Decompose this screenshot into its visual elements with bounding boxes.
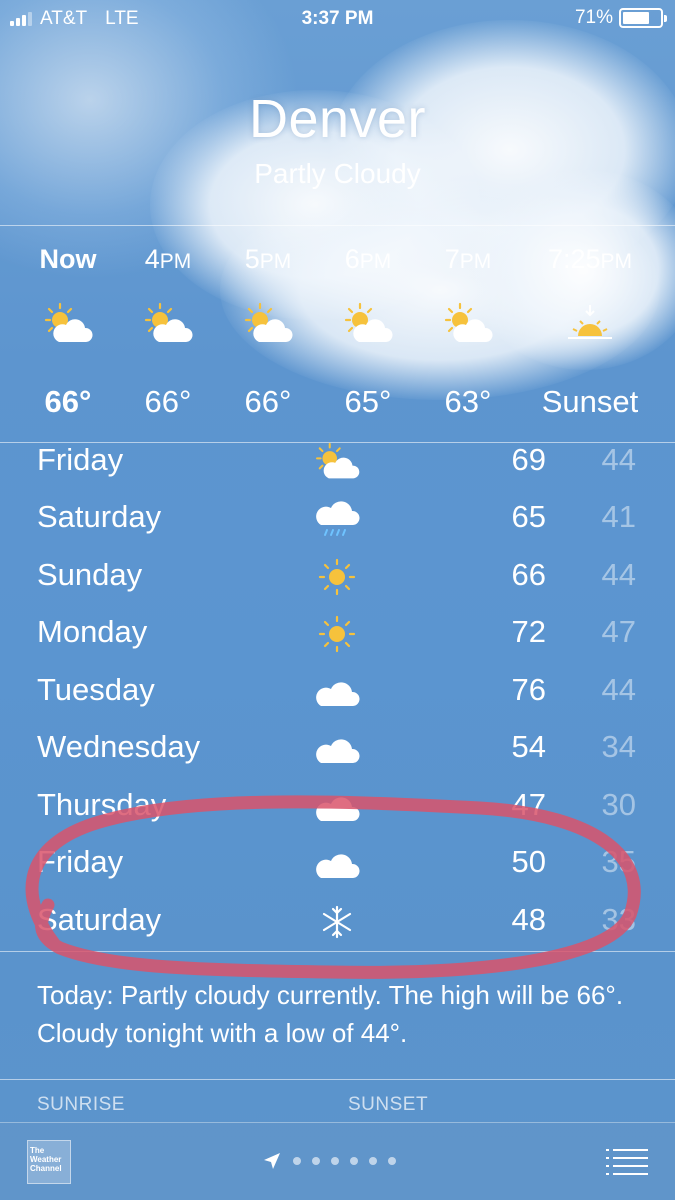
- partly-cloudy-icon: [444, 302, 493, 344]
- page-dot: [293, 1157, 301, 1165]
- sunrise-label: SUNRISE: [37, 1094, 125, 1115]
- cloud-icon: [316, 682, 360, 706]
- battery-icon: [619, 8, 667, 28]
- bottom-toolbar: The Weather Channel: [0, 1122, 675, 1200]
- hour-item: 6PM 65°: [318, 226, 418, 442]
- day-low: 44: [601, 442, 636, 477]
- partly-cloudy-icon: [344, 302, 393, 344]
- city-name: Denver: [248, 89, 427, 149]
- day-name: Saturday: [37, 499, 162, 534]
- sunset-label: SUNSET: [348, 1094, 429, 1115]
- hour-label: 6: [344, 244, 360, 274]
- cloud-icon: [316, 797, 360, 821]
- battery-percent: 71%: [574, 7, 613, 28]
- day-low: 47: [601, 614, 636, 649]
- hour-item: 7PM 63°: [418, 226, 518, 442]
- partly-cloudy-icon: [144, 302, 193, 344]
- daily-row: Thursday 47 30: [0, 785, 675, 843]
- day-name: Friday: [37, 844, 124, 879]
- hour-suffix: PM: [600, 250, 633, 273]
- rain-icon: [315, 500, 360, 536]
- hour-label: Now: [39, 244, 97, 274]
- cloud-icon: [316, 854, 360, 878]
- day-name: Tuesday: [37, 672, 155, 707]
- day-low: 33: [601, 902, 636, 937]
- hour-suffix: PM: [459, 250, 492, 273]
- day-name: Sunday: [37, 557, 143, 592]
- page-dot: [331, 1157, 339, 1165]
- list-icon[interactable]: [606, 1147, 648, 1177]
- page-dot: [312, 1157, 320, 1165]
- day-name: Wednesday: [37, 729, 201, 764]
- daily-row: Tuesday 76 44: [0, 670, 675, 728]
- page-dot: [369, 1157, 377, 1165]
- hour-temp: 66°: [244, 384, 292, 419]
- current-condition: Partly Cloudy: [254, 158, 421, 189]
- hour-temp: 66°: [44, 384, 92, 419]
- day-low: 44: [601, 672, 636, 707]
- hour-temp: 65°: [344, 384, 392, 419]
- day-low: 34: [601, 729, 636, 764]
- hour-label: 5: [244, 244, 260, 274]
- page-indicator[interactable]: [262, 1151, 396, 1171]
- day-high: 69: [511, 442, 546, 477]
- day-high: 54: [511, 729, 546, 764]
- page-dot: [350, 1157, 358, 1165]
- daily-row: Sunday 66 44: [0, 555, 675, 613]
- partly-cloudy-icon: [316, 442, 360, 480]
- hour-label: 7:25: [547, 244, 601, 274]
- daily-row: Saturday 48 33: [0, 900, 675, 958]
- day-high: 72: [511, 614, 546, 649]
- partly-cloudy-icon: [244, 302, 293, 344]
- sunset-icon: [568, 305, 612, 339]
- hour-suffix: PM: [159, 250, 192, 273]
- logo-text: The Weather Channel: [30, 1146, 62, 1173]
- clock: 3:37 PM: [301, 8, 374, 29]
- hour-item: 5PM 66°: [218, 226, 318, 442]
- snow-icon: [322, 905, 352, 939]
- day-low: 30: [601, 787, 636, 822]
- hour-temp: 66°: [144, 384, 192, 419]
- hour-temp: 63°: [444, 384, 492, 419]
- status-bar: AT&T LTE 3:37 PM 71%: [0, 0, 675, 38]
- sun-icon: [318, 615, 356, 653]
- day-high: 50: [511, 844, 546, 879]
- day-low: 35: [601, 844, 636, 879]
- cloud-icon: [316, 739, 360, 763]
- hour-temp: Sunset: [541, 384, 639, 419]
- daily-row: Saturday 65 41: [0, 497, 675, 555]
- weather-channel-logo[interactable]: The Weather Channel: [27, 1140, 71, 1184]
- hourly-forecast[interactable]: Now 66° 4PM 66° 5PM 66° 6PM 65° 7PM 63° …: [0, 226, 675, 442]
- day-name: Thursday: [37, 787, 167, 822]
- day-high: 48: [511, 902, 546, 937]
- day-high: 47: [511, 787, 546, 822]
- location-arrow-icon: [264, 1153, 280, 1169]
- hour-item: 7:25PM Sunset: [540, 226, 640, 442]
- day-high: 65: [511, 499, 546, 534]
- today-summary: Today: Partly cloudy currently. The high…: [37, 980, 624, 1048]
- divider: [0, 1079, 675, 1080]
- daily-row: Friday 50 35: [0, 842, 675, 900]
- hour-label: 4: [144, 244, 160, 274]
- hour-suffix: PM: [259, 250, 292, 273]
- hour-item: Now 66°: [18, 226, 118, 442]
- page-dot: [388, 1157, 396, 1165]
- divider: [0, 951, 675, 952]
- daily-row: Monday 72 47: [0, 612, 675, 670]
- day-high: 76: [511, 672, 546, 707]
- day-name: Saturday: [37, 902, 162, 937]
- day-low: 44: [601, 557, 636, 592]
- day-high: 66: [511, 557, 546, 592]
- hour-label: 7: [444, 244, 460, 274]
- day-low: 41: [601, 499, 636, 534]
- day-name: Friday: [37, 442, 124, 477]
- hour-suffix: PM: [359, 250, 392, 273]
- partly-cloudy-icon: [44, 302, 93, 344]
- hour-item: 4PM 66°: [118, 226, 218, 442]
- daily-row: Friday 69 44: [0, 440, 675, 498]
- day-name: Monday: [37, 614, 148, 649]
- sun-icon: [318, 558, 356, 596]
- daily-row: Wednesday 54 34: [0, 727, 675, 785]
